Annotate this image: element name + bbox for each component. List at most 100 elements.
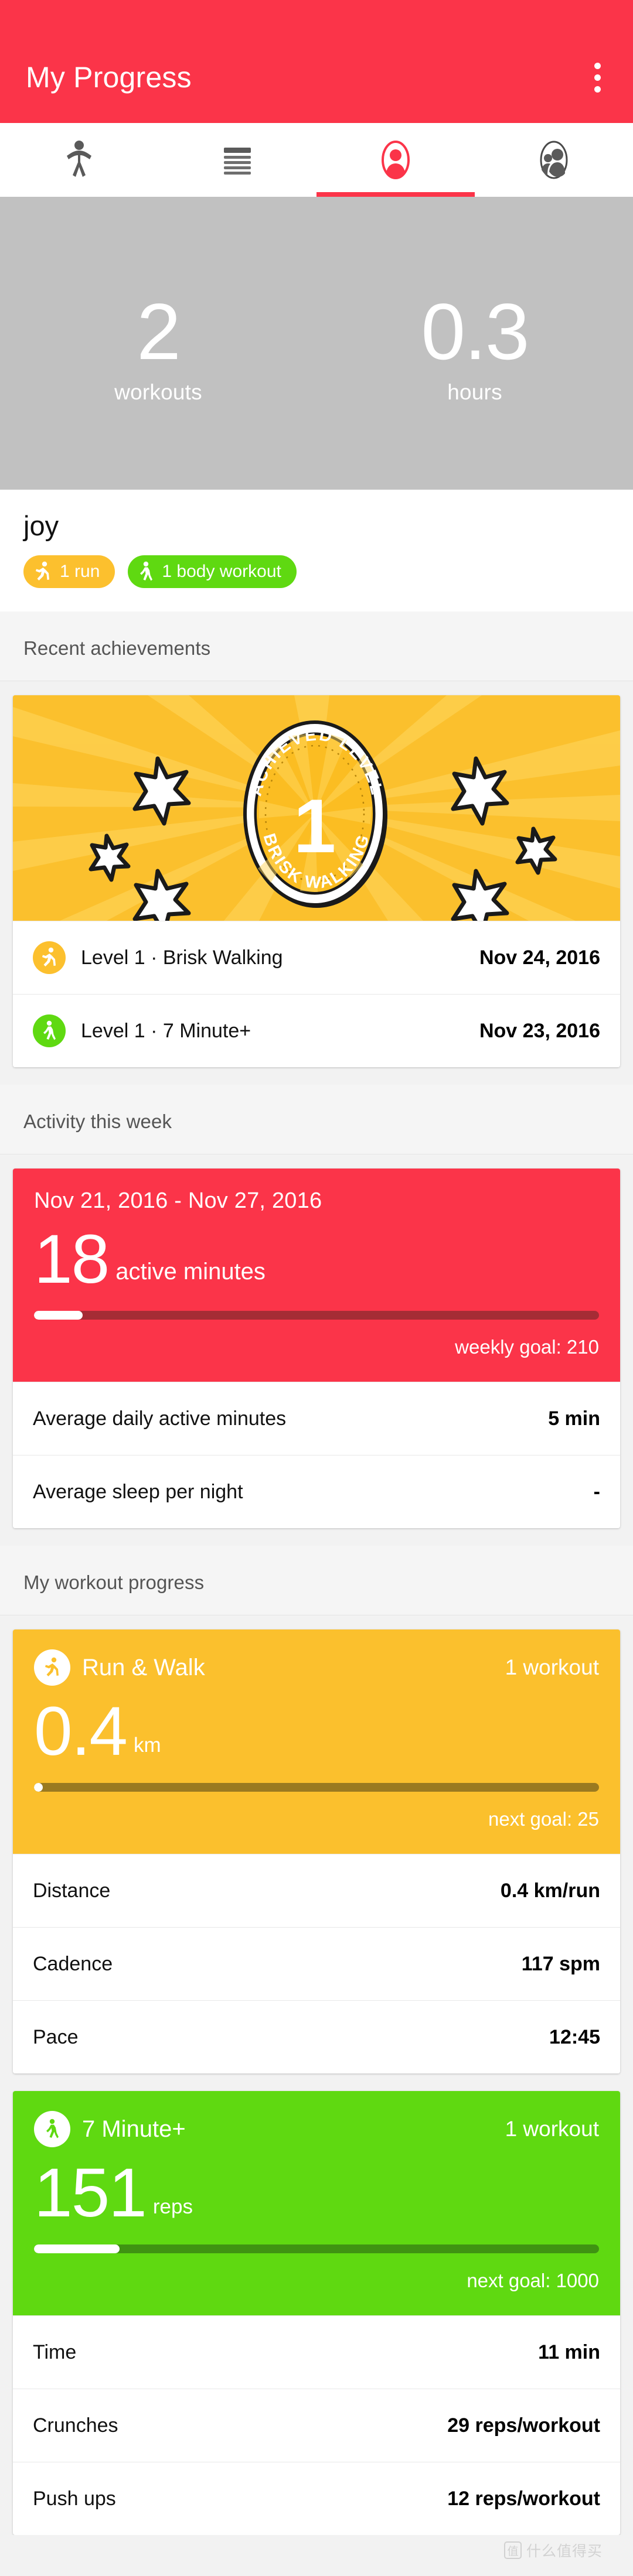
run-walk-progress-bar: [34, 1783, 599, 1792]
tab-me[interactable]: [316, 123, 475, 197]
run-walk-value-row: 0.4 km: [34, 1693, 599, 1770]
run-walk-detail-row[interactable]: Distance 0.4 km/run: [13, 1854, 620, 1927]
detail-label: Push ups: [33, 2487, 116, 2510]
activity-value: 18: [34, 1221, 110, 1298]
app-screen: My Progress 2 workouts 0.3 hours joy 1 r…: [0, 0, 633, 2576]
tab-workouts[interactable]: [0, 123, 158, 197]
chip-body-label: 1 body workout: [162, 562, 281, 581]
achievement-row[interactable]: Level 1 · Brisk Walking Nov 24, 2016: [13, 921, 620, 994]
achievement-label: Level 1 · 7 Minute+: [81, 1019, 251, 1042]
tab-underline: [316, 192, 475, 197]
activity-progress-bar: [34, 1311, 599, 1320]
run-walk-detail-row[interactable]: Cadence 117 spm: [13, 1927, 620, 2000]
chip-run[interactable]: 1 run: [23, 555, 115, 588]
run-walk-value: 0.4: [34, 1693, 128, 1770]
detail-value: -: [593, 1480, 600, 1503]
seven-minute-progress-fill: [34, 2244, 120, 2253]
tab-underline: [0, 192, 158, 197]
hero-summary: 2 workouts 0.3 hours: [0, 197, 633, 490]
badge-level-number: 1: [294, 783, 336, 869]
detail-value: 29 reps/workout: [447, 2414, 600, 2437]
detail-label: Average sleep per night: [33, 1480, 243, 1503]
seven-minute-value: 151: [34, 2154, 147, 2232]
detail-label: Distance: [33, 1879, 111, 1902]
walker-icon: [138, 561, 154, 582]
workout-card-run-walk: Run & Walk 1 workout 0.4 km next goal: 2…: [13, 1629, 620, 2073]
walker-icon: [33, 1014, 66, 1047]
run-walk-title: Run & Walk: [82, 1654, 205, 1680]
achievement-row[interactable]: Level 1 · 7 Minute+ Nov 23, 2016: [13, 994, 620, 1067]
section-recent-achievements: Recent achievements: [0, 611, 633, 681]
activity-detail-row[interactable]: Average daily active minutes 5 min: [13, 1382, 620, 1455]
profile-chips: 1 run 1 body workout: [23, 555, 610, 588]
more-dot: [594, 74, 601, 81]
seven-minute-detail-row[interactable]: Push ups 12 reps/workout: [13, 2462, 620, 2535]
achievements-card: 1 ACHIEVED LEVEL BRISK WALKING Level 1 ·…: [13, 695, 620, 1067]
tab-underline: [475, 192, 633, 197]
profile-block: joy 1 run 1 body workout: [0, 490, 633, 611]
chip-run-label: 1 run: [60, 562, 100, 581]
tab-friends[interactable]: [475, 123, 633, 197]
activity-date-range: Nov 21, 2016 - Nov 27, 2016: [34, 1188, 322, 1213]
runner-icon: [33, 941, 66, 974]
seven-minute-detail-row[interactable]: Crunches 29 reps/workout: [13, 2389, 620, 2462]
hero-workouts-label: workouts: [114, 380, 202, 404]
activity-week-card: Nov 21, 2016 - Nov 27, 2016 18 active mi…: [13, 1169, 620, 1528]
detail-value: 12:45: [549, 2025, 600, 2048]
seven-minute-title: 7 Minute+: [82, 2116, 186, 2142]
activity-week-summary: Nov 21, 2016 - Nov 27, 2016 18 active mi…: [13, 1169, 620, 1382]
hero-workouts-value: 2: [137, 287, 181, 376]
run-walk-header: Run & Walk 1 workout: [34, 1649, 599, 1686]
more-dot: [594, 86, 601, 93]
watermark-text: 什么值得买: [526, 2543, 603, 2560]
achievement-label: Level 1 · Brisk Walking: [81, 946, 283, 969]
seven-minute-header: 7 Minute+ 1 workout: [34, 2111, 599, 2147]
site-watermark: 值 什么值得买: [503, 2540, 603, 2561]
hero-stat-hours: 0.3 hours: [316, 197, 633, 490]
runner-icon: [34, 561, 52, 582]
walker-icon: [34, 2111, 70, 2147]
seven-minute-unit: reps: [152, 2195, 193, 2218]
achievement-date: Nov 24, 2016: [479, 946, 600, 969]
run-walk-progress-fill: [34, 1783, 43, 1792]
detail-value: 12 reps/workout: [447, 2487, 600, 2510]
detail-label: Crunches: [33, 2414, 118, 2437]
seven-minute-goal-text: next goal: 1000: [467, 2270, 599, 2291]
activity-detail-row[interactable]: Average sleep per night -: [13, 1455, 620, 1528]
tab-feed[interactable]: [158, 123, 316, 197]
watermark-mark-icon: 值: [503, 2541, 522, 2559]
hero-hours-value: 0.3: [421, 287, 529, 376]
run-walk-summary: Run & Walk 1 workout 0.4 km next goal: 2…: [13, 1629, 620, 1854]
achievement-banner: 1 ACHIEVED LEVEL BRISK WALKING: [13, 695, 620, 921]
activity-progress-fill: [34, 1311, 83, 1320]
more-dot: [594, 62, 601, 69]
tab-underline: [158, 192, 316, 197]
activity-value-row: 18 active minutes: [34, 1221, 599, 1298]
detail-value: 0.4 km/run: [500, 1879, 600, 1902]
seven-minute-summary: 7 Minute+ 1 workout 151 reps next goal: …: [13, 2091, 620, 2315]
achievement-date: Nov 23, 2016: [479, 1019, 600, 1042]
chip-body-workout[interactable]: 1 body workout: [128, 555, 297, 588]
profile-name: joy: [23, 510, 59, 541]
more-vert-icon[interactable]: [584, 57, 611, 98]
run-walk-goal-text: next goal: 25: [488, 1808, 599, 1830]
run-walk-count: 1 workout: [505, 1655, 599, 1679]
detail-value: 117 spm: [521, 1952, 600, 1975]
people-group-icon: [536, 141, 572, 179]
bottom-spacer: [0, 2535, 633, 2540]
section-activity-this-week: Activity this week: [0, 1085, 633, 1154]
section-my-workout-progress: My workout progress: [0, 1546, 633, 1615]
hero-stat-workouts: 2 workouts: [0, 197, 316, 490]
detail-label: Time: [33, 2341, 77, 2363]
page-title: My Progress: [26, 61, 192, 94]
detail-value: 5 min: [548, 1407, 600, 1430]
seven-minute-detail-row[interactable]: Time 11 min: [13, 2315, 620, 2389]
profile-person-icon: [377, 141, 414, 179]
detail-label: Pace: [33, 2025, 79, 2048]
seven-minute-value-row: 151 reps: [34, 2154, 599, 2232]
run-walk-detail-row[interactable]: Pace 12:45: [13, 2000, 620, 2073]
detail-value: 11 min: [538, 2341, 600, 2363]
activity-goal-text: weekly goal: 210: [455, 1336, 599, 1358]
hero-hours-label: hours: [447, 380, 502, 404]
runner-icon: [34, 1649, 70, 1686]
